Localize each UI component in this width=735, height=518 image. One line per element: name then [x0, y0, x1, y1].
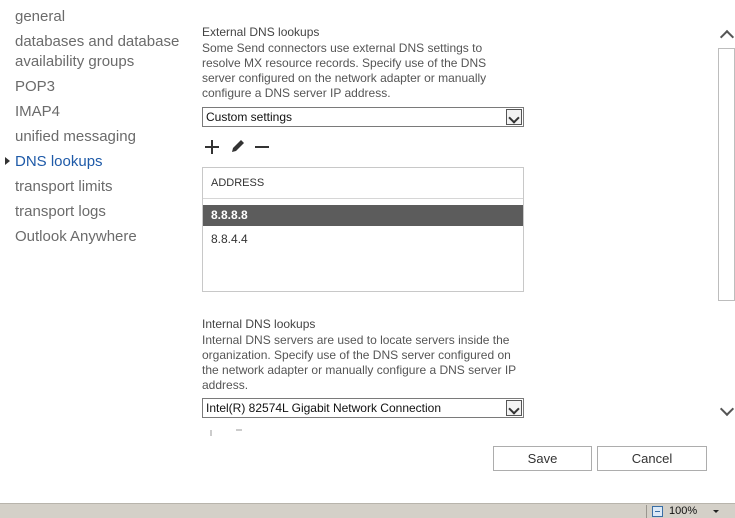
disabled-toolbar-icons	[210, 429, 242, 436]
remove-button[interactable]	[253, 137, 273, 157]
zoom-control[interactable]: 100%	[646, 505, 735, 518]
nav-item-general[interactable]: general	[15, 7, 65, 27]
dns-address-list: ADDRESS 8.8.8.8 8.8.4.4	[202, 167, 524, 292]
scrollbar-thumb[interactable]	[718, 48, 735, 301]
nav-item-databases[interactable]: databases and database	[15, 32, 179, 52]
internal-dns-title: Internal DNS lookups	[202, 317, 316, 331]
internal-dns-description: Internal DNS servers are used to locate …	[202, 333, 516, 392]
chevron-down-icon[interactable]	[713, 510, 719, 513]
nav-item-outlook-anywhere[interactable]: Outlook Anywhere	[15, 227, 137, 247]
save-button[interactable]: Save	[493, 446, 592, 471]
plus-icon-vertical	[211, 140, 213, 154]
table-row[interactable]: 8.8.4.4	[203, 229, 523, 250]
nav-item-pop3[interactable]: POP3	[15, 77, 55, 97]
external-dns-description: Some Send connectors use external DNS se…	[202, 41, 487, 100]
table-row[interactable]: 8.8.8.8	[203, 205, 523, 226]
nav-item-transport-logs[interactable]: transport logs	[15, 202, 106, 222]
status-bar	[0, 503, 735, 518]
add-button[interactable]	[203, 137, 223, 157]
chevron-down-icon[interactable]	[506, 109, 522, 125]
nav-item-unified-messaging[interactable]: unified messaging	[15, 127, 136, 147]
nav-item-imap4[interactable]: IMAP4	[15, 102, 60, 122]
nav-item-databases-line2[interactable]: availability groups	[15, 52, 134, 72]
internal-dns-selected-value: Intel(R) 82574L Gigabit Network Connecti…	[206, 401, 442, 415]
nav-item-dns-lookups[interactable]: DNS lookups	[15, 152, 103, 172]
external-dns-select[interactable]: Custom settings	[202, 107, 524, 127]
cancel-button[interactable]: Cancel	[597, 446, 707, 471]
address-column-header[interactable]: ADDRESS	[203, 168, 523, 199]
chevron-down-icon[interactable]	[506, 400, 522, 416]
active-indicator-icon	[5, 157, 10, 165]
zoom-icon	[652, 506, 663, 517]
minus-icon	[255, 146, 269, 148]
zoom-level: 100%	[669, 505, 698, 517]
scroll-down-icon[interactable]	[719, 401, 735, 417]
external-dns-selected-value: Custom settings	[206, 110, 293, 124]
pencil-icon	[232, 140, 244, 152]
nav-item-transport-limits[interactable]: transport limits	[15, 177, 113, 197]
faded-toolbar	[206, 428, 246, 439]
external-dns-title: External DNS lookups	[202, 25, 320, 39]
scroll-up-icon[interactable]	[719, 29, 735, 45]
edit-button[interactable]	[228, 137, 248, 157]
internal-dns-select[interactable]: Intel(R) 82574L Gigabit Network Connecti…	[202, 398, 524, 418]
